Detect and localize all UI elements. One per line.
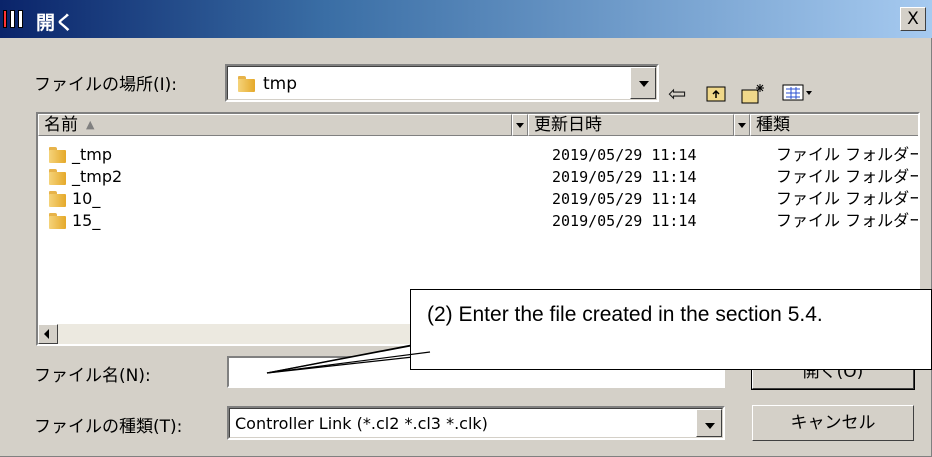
- annotation-callout: (2) Enter the file created in the sectio…: [410, 289, 932, 370]
- sort-ascending-icon: ▲: [86, 118, 95, 131]
- list-item[interactable]: _tmp 2019/05/29 11:14 ファイル フォルダー: [38, 144, 918, 166]
- column-header-name[interactable]: 名前 ▲: [38, 114, 512, 136]
- file-type-dropdown-arrow[interactable]: [696, 409, 722, 437]
- scroll-left-button[interactable]: [38, 324, 58, 344]
- list-item[interactable]: _tmp2 2019/05/29 11:14 ファイル フォルダー: [38, 166, 918, 188]
- list-item[interactable]: 10_ 2019/05/29 11:14 ファイル フォルダー: [38, 188, 918, 210]
- file-type-value: Controller Link (*.cl2 *.cl3 *.clk): [235, 414, 488, 433]
- look-in-value: tmp: [263, 74, 298, 94]
- column-name-dropdown[interactable]: [512, 114, 528, 136]
- file-type-label: ファイルの種類(T):: [34, 417, 183, 437]
- folder-icon: [48, 211, 68, 231]
- column-header-modified[interactable]: 更新日時: [528, 114, 734, 136]
- app-icon: [3, 9, 31, 29]
- file-name-label: ファイル名(N):: [34, 366, 151, 386]
- folder-icon: [48, 145, 68, 165]
- look-in-dropdown-arrow[interactable]: [630, 67, 656, 99]
- file-type-dropdown[interactable]: Controller Link (*.cl2 *.cl3 *.clk): [227, 406, 725, 440]
- folder-icon: [48, 189, 68, 209]
- look-in-label: ファイルの場所(I):: [34, 75, 178, 95]
- column-header-type[interactable]: 種類: [750, 114, 918, 136]
- up-folder-icon[interactable]: [705, 82, 727, 110]
- window-title: 開く: [36, 12, 75, 34]
- back-arrow-icon[interactable]: ⇦: [668, 83, 686, 107]
- open-file-dialog: 開く X ファイルの場所(I): tmp ⇦ 名前 ▲ 更新日時 種類 _tmp …: [0, 0, 932, 457]
- folder-icon: [237, 74, 257, 94]
- view-menu-icon[interactable]: [782, 82, 814, 110]
- look-in-dropdown[interactable]: tmp: [225, 64, 659, 102]
- cancel-button[interactable]: キャンセル: [752, 405, 914, 441]
- list-item[interactable]: 15_ 2019/05/29 11:14 ファイル フォルダー: [38, 210, 918, 232]
- column-modified-dropdown[interactable]: [734, 114, 750, 136]
- folder-icon: [48, 167, 68, 187]
- title-bar[interactable]: 開く X: [0, 0, 932, 38]
- new-folder-icon[interactable]: [740, 82, 766, 112]
- close-button[interactable]: X: [900, 7, 926, 31]
